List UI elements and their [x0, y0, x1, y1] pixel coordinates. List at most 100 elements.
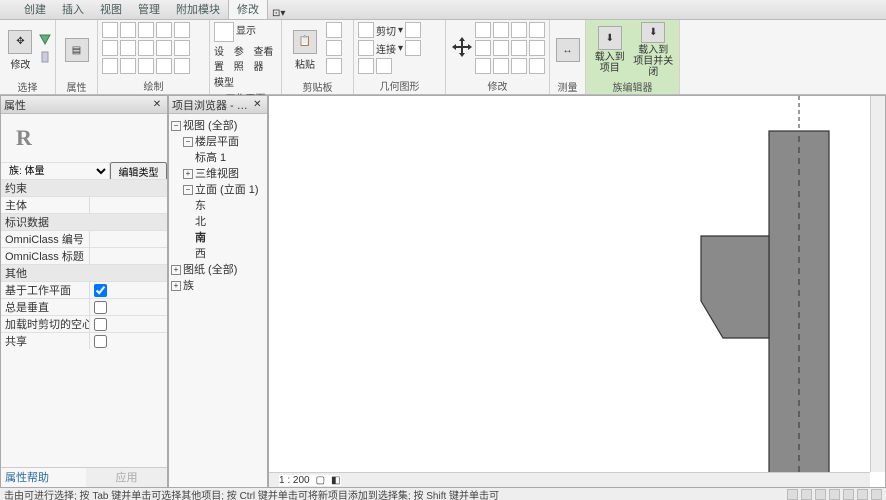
modify-tool[interactable]: ✥ 修改: [4, 22, 37, 78]
status-icon-4[interactable]: [829, 489, 840, 500]
ribbon-pin-icon[interactable]: ⊡▾: [272, 8, 285, 19]
draw15[interactable]: [174, 58, 190, 74]
tree-elevations[interactable]: −立面 (立面 1): [171, 182, 265, 198]
fillet-tool[interactable]: [174, 40, 190, 56]
scale[interactable]: [511, 58, 527, 74]
cope-icon[interactable]: [358, 22, 374, 38]
draw14[interactable]: [156, 58, 172, 74]
array[interactable]: [493, 58, 509, 74]
shared-check[interactable]: [94, 335, 107, 348]
set-wp-label[interactable]: 设置: [214, 43, 230, 73]
tree-families[interactable]: +族: [171, 278, 265, 294]
offset[interactable]: [493, 22, 509, 38]
tree-north[interactable]: 北: [171, 214, 265, 230]
line-tool[interactable]: [102, 22, 118, 38]
copy[interactable]: [493, 40, 509, 56]
tangent-tool[interactable]: [102, 58, 118, 74]
paste-button[interactable]: 📋 粘贴: [286, 22, 324, 78]
view-control-1[interactable]: ▢: [316, 475, 325, 486]
status-icon-3[interactable]: [815, 489, 826, 500]
pin[interactable]: [529, 58, 545, 74]
vertical-scrollbar[interactable]: [870, 96, 885, 472]
tab-create[interactable]: 创建: [16, 0, 54, 19]
workplane-based-check[interactable]: [94, 284, 107, 297]
g2[interactable]: [405, 40, 421, 56]
pick-lines-tool[interactable]: [120, 58, 136, 74]
trim[interactable]: [529, 40, 545, 56]
tab-view[interactable]: 视图: [92, 0, 130, 19]
move-icon[interactable]: [450, 22, 473, 72]
tree-sheets[interactable]: +图纸 (全部): [171, 262, 265, 278]
pick-tool[interactable]: [138, 58, 154, 74]
copy-clip[interactable]: [326, 40, 342, 56]
circle-tool[interactable]: [156, 22, 172, 38]
omni-num-input[interactable]: [90, 234, 167, 245]
cut-voids-check[interactable]: [94, 318, 107, 331]
show-wp[interactable]: 显示: [236, 22, 256, 37]
status-icon-1[interactable]: [787, 489, 798, 500]
horizontal-scrollbar[interactable]: [269, 472, 870, 487]
load-into-project[interactable]: ⬇ 载入到 项目: [590, 22, 630, 78]
align[interactable]: [475, 22, 491, 38]
properties-help-link[interactable]: 属性帮助: [1, 468, 86, 487]
id-data-header[interactable]: 标识数据: [1, 213, 167, 230]
cut-geom[interactable]: 剪切: [376, 23, 396, 38]
always-vertical-check[interactable]: [94, 301, 107, 314]
apply-button[interactable]: 应用: [86, 468, 167, 487]
rotate[interactable]: [511, 40, 527, 56]
tree-3d[interactable]: +三维视图: [171, 166, 265, 182]
g1[interactable]: [405, 22, 421, 38]
spline-tool[interactable]: [120, 40, 136, 56]
set-workplane[interactable]: [214, 22, 234, 42]
tree-south[interactable]: 南: [171, 230, 265, 246]
tab-modify[interactable]: 修改: [228, 0, 268, 19]
join-icon[interactable]: [358, 58, 374, 74]
select-arrow-icon[interactable]: [39, 22, 51, 78]
scale-readout[interactable]: 1 : 200: [279, 475, 310, 486]
load-close[interactable]: ⬇ 载入到 项目并关闭: [632, 22, 675, 78]
tree-views[interactable]: −视图 (全部): [171, 118, 265, 134]
status-icon-5[interactable]: [843, 489, 854, 500]
cut-icon[interactable]: [358, 40, 374, 56]
connect-geom[interactable]: 连接: [376, 41, 396, 56]
ref-wp-label[interactable]: 参照: [234, 43, 250, 73]
tree-east[interactable]: 东: [171, 198, 265, 214]
poly-tool[interactable]: [138, 22, 154, 38]
tab-insert[interactable]: 插入: [54, 0, 92, 19]
other-header[interactable]: 其他: [1, 264, 167, 281]
omni-title-input[interactable]: [90, 251, 167, 262]
g3[interactable]: [376, 58, 392, 74]
browser-close[interactable]: ✕: [251, 98, 264, 112]
match-clip[interactable]: [326, 58, 342, 74]
tab-addins[interactable]: 附加模块: [168, 0, 228, 19]
edit-type-button[interactable]: 编辑类型: [110, 162, 167, 181]
move[interactable]: [475, 40, 491, 56]
split[interactable]: [475, 58, 491, 74]
tree-level1[interactable]: 标高 1: [171, 150, 265, 166]
family-type-select[interactable]: 族: 体量: [5, 165, 109, 178]
tree-floorplans[interactable]: −楼层平面: [171, 134, 265, 150]
constraints-header[interactable]: 约束: [1, 179, 167, 196]
status-icon-6[interactable]: [857, 489, 868, 500]
view-control-2[interactable]: ◧: [331, 475, 340, 486]
tree-west[interactable]: 西: [171, 246, 265, 262]
cut-clip[interactable]: [326, 22, 342, 38]
status-icon-2[interactable]: [801, 489, 812, 500]
partial-ellipse-tool[interactable]: [156, 40, 172, 56]
mirror[interactable]: [511, 22, 527, 38]
measure-button[interactable]: ↔: [554, 22, 581, 78]
project-browser: 项目浏览器 - 族1 ✕ −视图 (全部) −楼层平面 标高 1 +三维视图 −…: [168, 95, 268, 488]
status-icon-7[interactable]: [871, 489, 882, 500]
arc2-tool[interactable]: [102, 40, 118, 56]
tab-manage[interactable]: 管理: [130, 0, 168, 19]
rect-tool[interactable]: [120, 22, 136, 38]
properties-button[interactable]: ▤: [60, 22, 93, 78]
model-wp[interactable]: 模型: [214, 78, 234, 89]
ellipse-tool[interactable]: [138, 40, 154, 56]
properties-close[interactable]: ✕: [150, 98, 164, 112]
mirror2[interactable]: [529, 22, 545, 38]
viewer-wp-label[interactable]: 查看器: [253, 43, 277, 73]
drawing-canvas[interactable]: 1 : 200 ▢ ◧: [268, 95, 886, 488]
modify-tools: [475, 22, 545, 74]
arc-tool[interactable]: [174, 22, 190, 38]
